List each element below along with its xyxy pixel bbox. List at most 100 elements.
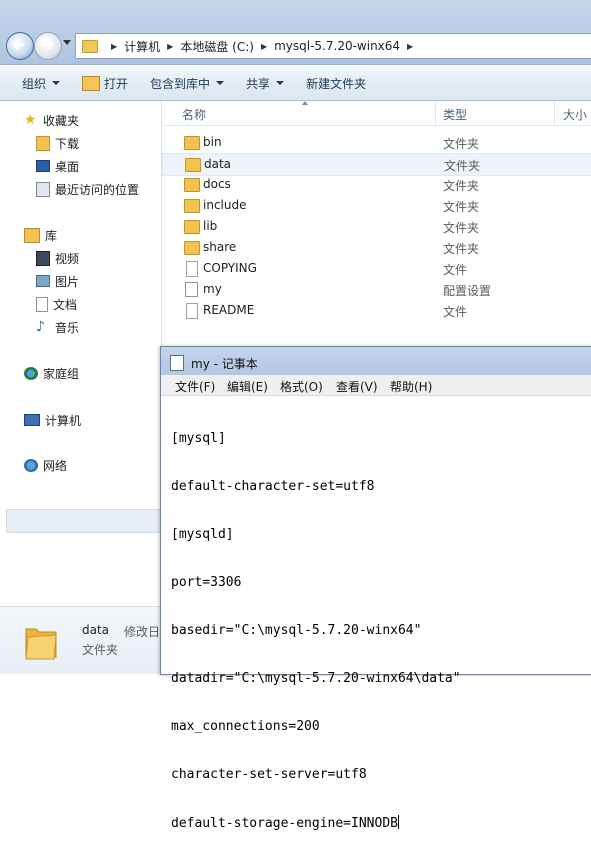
organize-button[interactable]: 组织 — [22, 75, 61, 92]
breadcrumb-chevron-icon[interactable]: ▶ — [167, 42, 173, 51]
nav-network[interactable]: 网络 — [24, 456, 67, 474]
nav-libraries[interactable]: 库 — [24, 226, 57, 244]
nav-videos[interactable]: 视频 — [36, 249, 79, 267]
text-line: default-character-set=utf8 — [171, 479, 375, 494]
file-type: 配置设置 — [443, 284, 492, 298]
file-type: 文件夹 — [443, 221, 480, 235]
menu-file[interactable]: 文件(F) — [175, 378, 215, 395]
open-label: 打开 — [104, 76, 129, 91]
file-name: data — [204, 157, 232, 171]
notepad-title-bar[interactable]: my - 记事本 — [161, 347, 591, 375]
file-name: share — [203, 240, 237, 254]
nav-downloads[interactable]: 下载 — [36, 134, 79, 152]
file-row[interactable]: share 文件夹 — [162, 237, 591, 258]
file-name: include — [203, 198, 247, 212]
star-icon: ★ — [24, 111, 37, 128]
homegroup-icon — [24, 366, 38, 380]
documents-icon — [36, 296, 48, 312]
back-arrow-icon — [12, 40, 24, 50]
file-row[interactable]: lib 文件夹 — [162, 216, 591, 237]
breadcrumb-chevron-icon[interactable]: ▶ — [261, 42, 267, 51]
file-row-selected[interactable]: data 文件夹 — [162, 153, 591, 176]
nav-recent[interactable]: 最近访问的位置 — [36, 180, 139, 198]
column-header-type[interactable]: 类型 — [443, 106, 467, 123]
chevron-down-icon — [276, 81, 285, 85]
nav-pictures-label: 图片 — [55, 274, 80, 289]
recent-pages-dropdown-icon[interactable] — [63, 40, 71, 45]
chevron-down-icon — [216, 81, 225, 85]
file-row[interactable]: my 配置设置 — [162, 279, 591, 300]
forward-arrow-icon — [42, 40, 54, 50]
text-line: basedir="C:\mysql-5.7.20-winx64" — [171, 623, 422, 638]
nav-computer-label: 计算机 — [45, 413, 82, 428]
column-header-row: 名称 类型 大小 — [162, 101, 591, 126]
file-name: docs — [203, 177, 231, 191]
file-row[interactable]: bin 文件夹 — [162, 132, 591, 153]
breadcrumb-chevron-icon[interactable]: ▶ — [111, 42, 117, 51]
file-type: 文件夹 — [444, 159, 481, 173]
details-item-type: 文件夹 — [82, 643, 119, 657]
music-note-icon: ♪ — [36, 318, 45, 335]
menu-edit[interactable]: 编辑(E) — [227, 378, 268, 395]
nav-homegroup[interactable]: 家庭组 — [24, 364, 79, 382]
downloads-folder-icon — [36, 135, 50, 151]
menu-view[interactable]: 查看(V) — [336, 378, 378, 395]
breadcrumb-chevron-icon[interactable]: ▶ — [407, 42, 413, 51]
file-type: 文件 — [443, 305, 468, 319]
breadcrumb-drive-c[interactable]: 本地磁盘 (C:) — [180, 38, 254, 55]
include-in-library-button[interactable]: 包含到库中 — [150, 75, 225, 92]
column-divider[interactable] — [435, 101, 436, 125]
file-name: README — [203, 303, 255, 317]
forward-button[interactable] — [34, 32, 62, 60]
file-name: COPYING — [203, 261, 257, 275]
breadcrumb-mysql-folder[interactable]: mysql-5.7.20-winx64 — [274, 39, 400, 53]
explorer-header: ▶ 计算机 ▶ 本地磁盘 (C:) ▶ mysql-5.7.20-winx64 … — [0, 0, 591, 65]
text-cursor — [397, 815, 399, 829]
nav-favorites[interactable]: ★ 收藏夹 — [24, 111, 79, 129]
text-line: [mysql] — [171, 431, 226, 446]
text-line: datadir="C:\mysql-5.7.20-winx64\data" — [171, 671, 461, 686]
menu-format[interactable]: 格式(O) — [280, 378, 323, 395]
nav-pictures[interactable]: 图片 — [36, 272, 79, 290]
new-folder-button[interactable]: 新建文件夹 — [306, 75, 366, 92]
text-line-last: default-storage-engine=INNODB — [171, 815, 586, 831]
recent-places-icon — [36, 181, 50, 197]
column-header-size[interactable]: 大小 — [563, 106, 587, 123]
nav-network-label: 网络 — [43, 458, 68, 473]
address-bar[interactable]: ▶ 计算机 ▶ 本地磁盘 (C:) ▶ mysql-5.7.20-winx64 … — [75, 33, 591, 59]
column-divider[interactable] — [554, 101, 555, 125]
chevron-down-icon — [52, 81, 61, 85]
notepad-menu-bar: 文件(F) 编辑(E) 格式(O) 查看(V) 帮助(H) — [161, 375, 591, 396]
video-icon — [36, 250, 50, 266]
file-name: my — [203, 282, 222, 296]
file-type: 文件夹 — [443, 242, 480, 256]
nav-music-label: 音乐 — [55, 320, 80, 335]
breadcrumb-computer[interactable]: 计算机 — [124, 38, 160, 55]
nav-computer[interactable]: 计算机 — [24, 411, 81, 429]
open-folder-icon — [82, 75, 101, 91]
nav-downloads-label: 下载 — [55, 136, 80, 151]
back-button[interactable] — [6, 32, 34, 60]
text-line-content: default-storage-engine=INNODB — [171, 816, 398, 831]
file-row[interactable]: README 文件 — [162, 300, 591, 321]
file-name: lib — [203, 219, 218, 233]
open-button[interactable]: 打开 — [82, 75, 128, 92]
nav-music[interactable]: ♪ 音乐 — [36, 318, 79, 336]
menu-help[interactable]: 帮助(H) — [390, 378, 432, 395]
nav-documents[interactable]: 文档 — [36, 295, 77, 313]
folder-icon — [185, 158, 201, 172]
file-row[interactable]: include 文件夹 — [162, 195, 591, 216]
nav-desktop-label: 桌面 — [55, 159, 80, 174]
desktop-icon — [36, 160, 50, 172]
file-row[interactable]: docs 文件夹 — [162, 174, 591, 195]
column-header-name[interactable]: 名称 — [182, 106, 206, 123]
computer-icon — [24, 414, 40, 426]
file-row[interactable]: COPYING 文件 — [162, 258, 591, 279]
notepad-text-area[interactable]: [mysql] default-character-set=utf8 [mysq… — [171, 399, 586, 831]
share-button[interactable]: 共享 — [246, 75, 285, 92]
nav-homegroup-label: 家庭组 — [43, 366, 80, 381]
folder-icon — [184, 136, 200, 150]
notepad-window[interactable]: my - 记事本 文件(F) 编辑(E) 格式(O) 查看(V) 帮助(H) [… — [160, 346, 591, 831]
nav-desktop[interactable]: 桌面 — [36, 157, 79, 175]
nav-libraries-label: 库 — [45, 228, 58, 243]
